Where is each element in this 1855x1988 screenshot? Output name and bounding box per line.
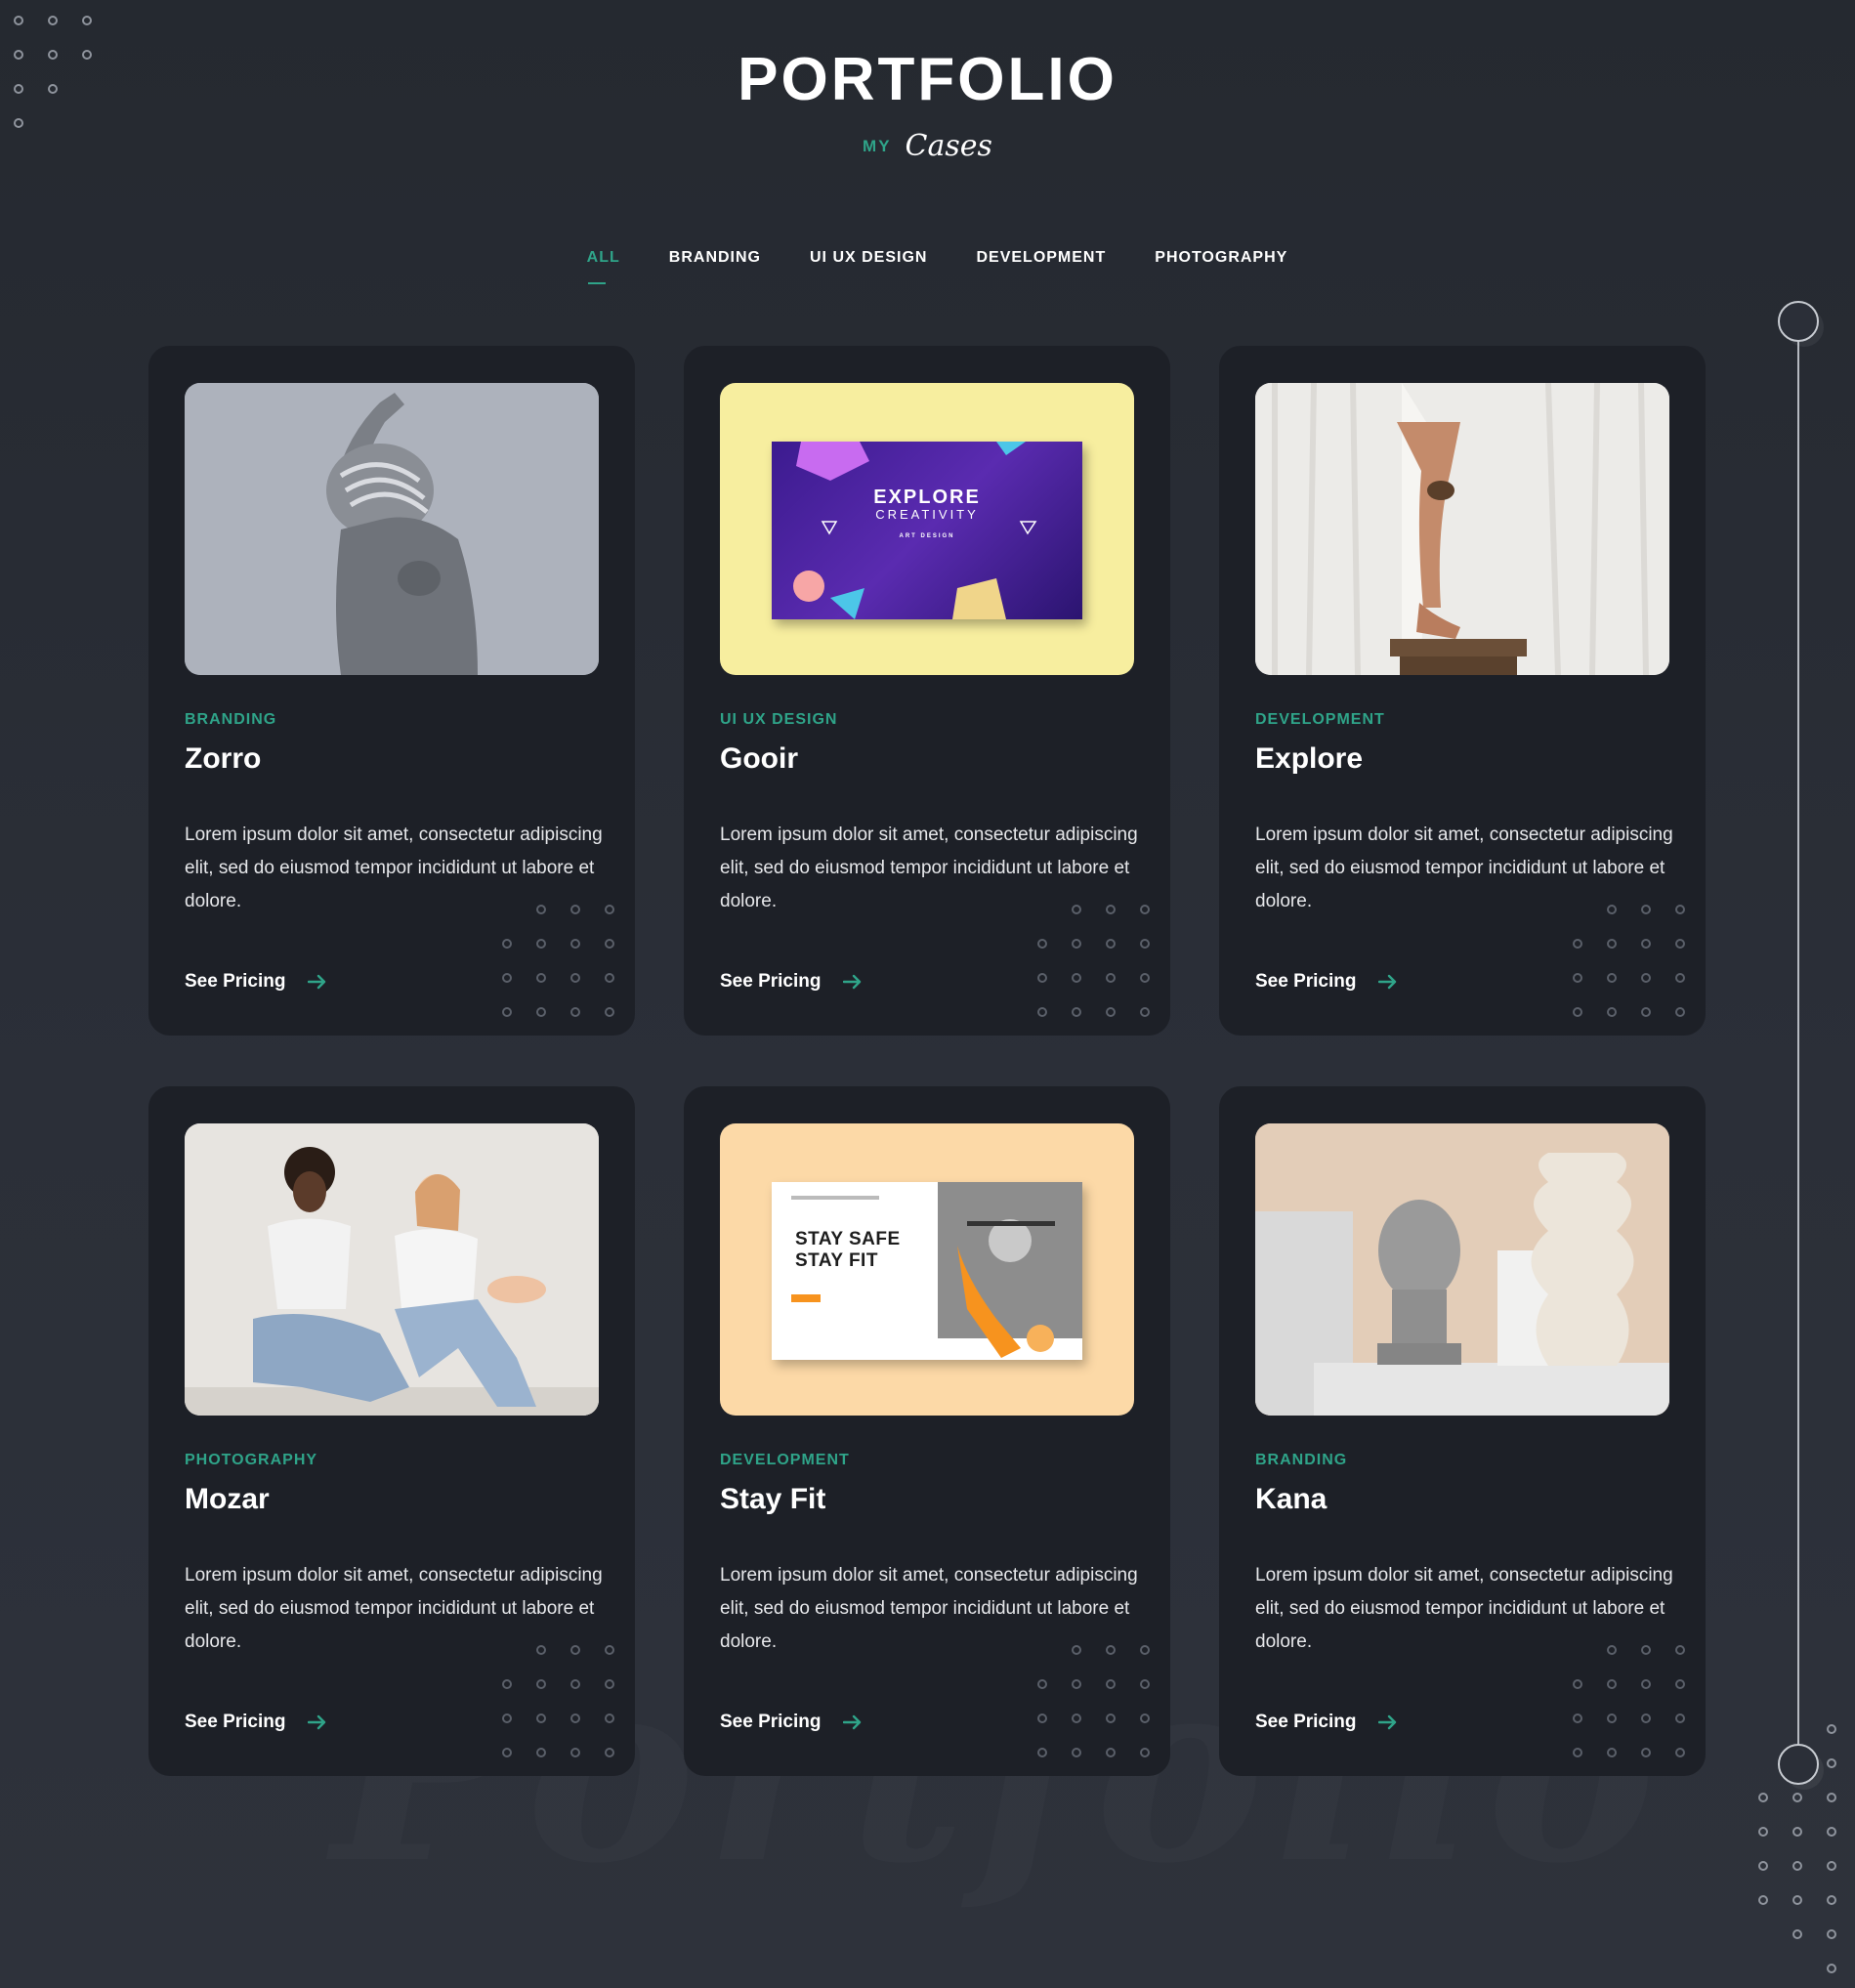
card-dots [1037, 905, 1150, 1017]
mockup-subheading: CREATIVITY [875, 507, 979, 522]
see-pricing-link[interactable]: See Pricing [185, 1712, 327, 1733]
card-description: Lorem ipsum dolor sit amet, consectetur … [185, 825, 603, 911]
tab-ui-ux-design[interactable]: UI UX DESIGN [810, 249, 927, 267]
card-category: UI UX DESIGN [720, 711, 838, 728]
card-category: DEVELOPMENT [1255, 711, 1385, 728]
dancer-photo [185, 383, 599, 675]
mockup-heading: EXPLORE [873, 486, 981, 508]
tab-all[interactable]: ALL [587, 249, 620, 284]
card-description: Lorem ipsum dolor sit amet, consectetur … [1255, 1565, 1673, 1652]
see-pricing-link[interactable]: See Pricing [185, 971, 327, 993]
card-dots [502, 905, 614, 1017]
card-image-zorro[interactable] [185, 383, 599, 675]
page-subtitle: MY Cases [0, 129, 1855, 163]
tab-branding[interactable]: BRANDING [669, 249, 761, 267]
see-pricing-label: See Pricing [1255, 971, 1357, 992]
mockup-line-1: STAY SAFE [795, 1229, 901, 1249]
card-image-explore[interactable] [1255, 383, 1669, 675]
see-pricing-link[interactable]: See Pricing [1255, 971, 1398, 993]
arrow-right-icon [1377, 1714, 1396, 1730]
see-pricing-label: See Pricing [185, 1712, 286, 1732]
stay-fit-mockup: STAY SAFE STAY FIT [772, 1182, 1082, 1360]
tab-photography[interactable]: PHOTOGRAPHY [1155, 249, 1287, 267]
explore-creativity-mockup: EXPLORE CREATIVITY ART DESIGN [772, 442, 1082, 619]
mockup-small: ART DESIGN [899, 533, 955, 539]
card-title[interactable]: Kana [1255, 1483, 1327, 1516]
arrow-right-icon [307, 1714, 325, 1730]
card-category: DEVELOPMENT [720, 1452, 850, 1468]
arrow-right-icon [842, 1714, 861, 1730]
card-image-stay-fit[interactable]: STAY SAFE STAY FIT [720, 1123, 1134, 1416]
buddha-still-life-photo [1255, 1123, 1669, 1416]
timeline-knob-top[interactable] [1778, 301, 1819, 342]
card-category: PHOTOGRAPHY [185, 1452, 318, 1468]
see-pricing-link[interactable]: See Pricing [720, 1712, 863, 1733]
card-description: Lorem ipsum dolor sit amet, consectetur … [185, 1565, 603, 1652]
portfolio-card-explore[interactable]: DEVELOPMENT Explore Lorem ipsum dolor si… [1219, 346, 1706, 1036]
card-image-mozar[interactable] [185, 1123, 599, 1416]
card-dots [1037, 1645, 1150, 1757]
portfolio-filter-tabs: ALL BRANDING UI UX DESIGN DEVELOPMENT PH… [0, 249, 1855, 284]
card-title[interactable]: Gooir [720, 742, 798, 776]
card-description: Lorem ipsum dolor sit amet, consectetur … [720, 1565, 1138, 1652]
see-pricing-label: See Pricing [1255, 1712, 1357, 1732]
timeline-knob-bottom[interactable] [1778, 1744, 1819, 1785]
card-image-gooir[interactable]: EXPLORE CREATIVITY ART DESIGN [720, 383, 1134, 675]
card-category: BRANDING [185, 711, 277, 728]
portfolio-card-stay-fit[interactable]: STAY SAFE STAY FIT DEVELOPMENT Stay Fit … [684, 1086, 1170, 1776]
card-title[interactable]: Stay Fit [720, 1483, 825, 1516]
card-description: Lorem ipsum dolor sit amet, consectetur … [720, 825, 1138, 911]
arrow-right-icon [307, 974, 325, 990]
mockup-shapes [793, 442, 1037, 619]
see-pricing-label: See Pricing [720, 1712, 822, 1732]
subtitle-small: MY [863, 136, 892, 155]
see-pricing-link[interactable]: See Pricing [1255, 1712, 1398, 1733]
portfolio-card-mozar[interactable]: PHOTOGRAPHY Mozar Lorem ipsum dolor sit … [148, 1086, 635, 1776]
portfolio-page: Portfolio PORTFOLIO MYCases ALL BRANDING… [0, 0, 1855, 1988]
see-pricing-label: See Pricing [185, 971, 286, 992]
two-women-photo [185, 1123, 599, 1416]
card-title[interactable]: Explore [1255, 742, 1363, 776]
card-dots [1573, 905, 1685, 1017]
arrow-right-icon [1377, 974, 1396, 990]
card-title[interactable]: Mozar [185, 1483, 270, 1516]
timeline-line [1797, 322, 1799, 1763]
arrow-right-icon [842, 974, 861, 990]
see-pricing-link[interactable]: See Pricing [720, 971, 863, 993]
card-dots [502, 1645, 614, 1757]
mockup-line-2: STAY FIT [795, 1250, 878, 1271]
portfolio-card-kana[interactable]: BRANDING Kana Lorem ipsum dolor sit amet… [1219, 1086, 1706, 1776]
card-image-kana[interactable] [1255, 1123, 1669, 1416]
see-pricing-label: See Pricing [720, 971, 822, 992]
card-description: Lorem ipsum dolor sit amet, consectetur … [1255, 825, 1673, 911]
page-title: PORTFOLIO [738, 46, 1117, 113]
tab-development[interactable]: DEVELOPMENT [976, 249, 1106, 267]
curtain-leg-photo [1255, 383, 1669, 675]
card-category: BRANDING [1255, 1452, 1348, 1468]
portfolio-card-zorro[interactable]: BRANDING Zorro Lorem ipsum dolor sit ame… [148, 346, 635, 1036]
subtitle-script: Cases [905, 129, 992, 163]
portfolio-card-gooir[interactable]: EXPLORE CREATIVITY ART DESIGN UI UX DESI… [684, 346, 1170, 1036]
card-title[interactable]: Zorro [185, 742, 261, 776]
card-dots [1573, 1645, 1685, 1757]
